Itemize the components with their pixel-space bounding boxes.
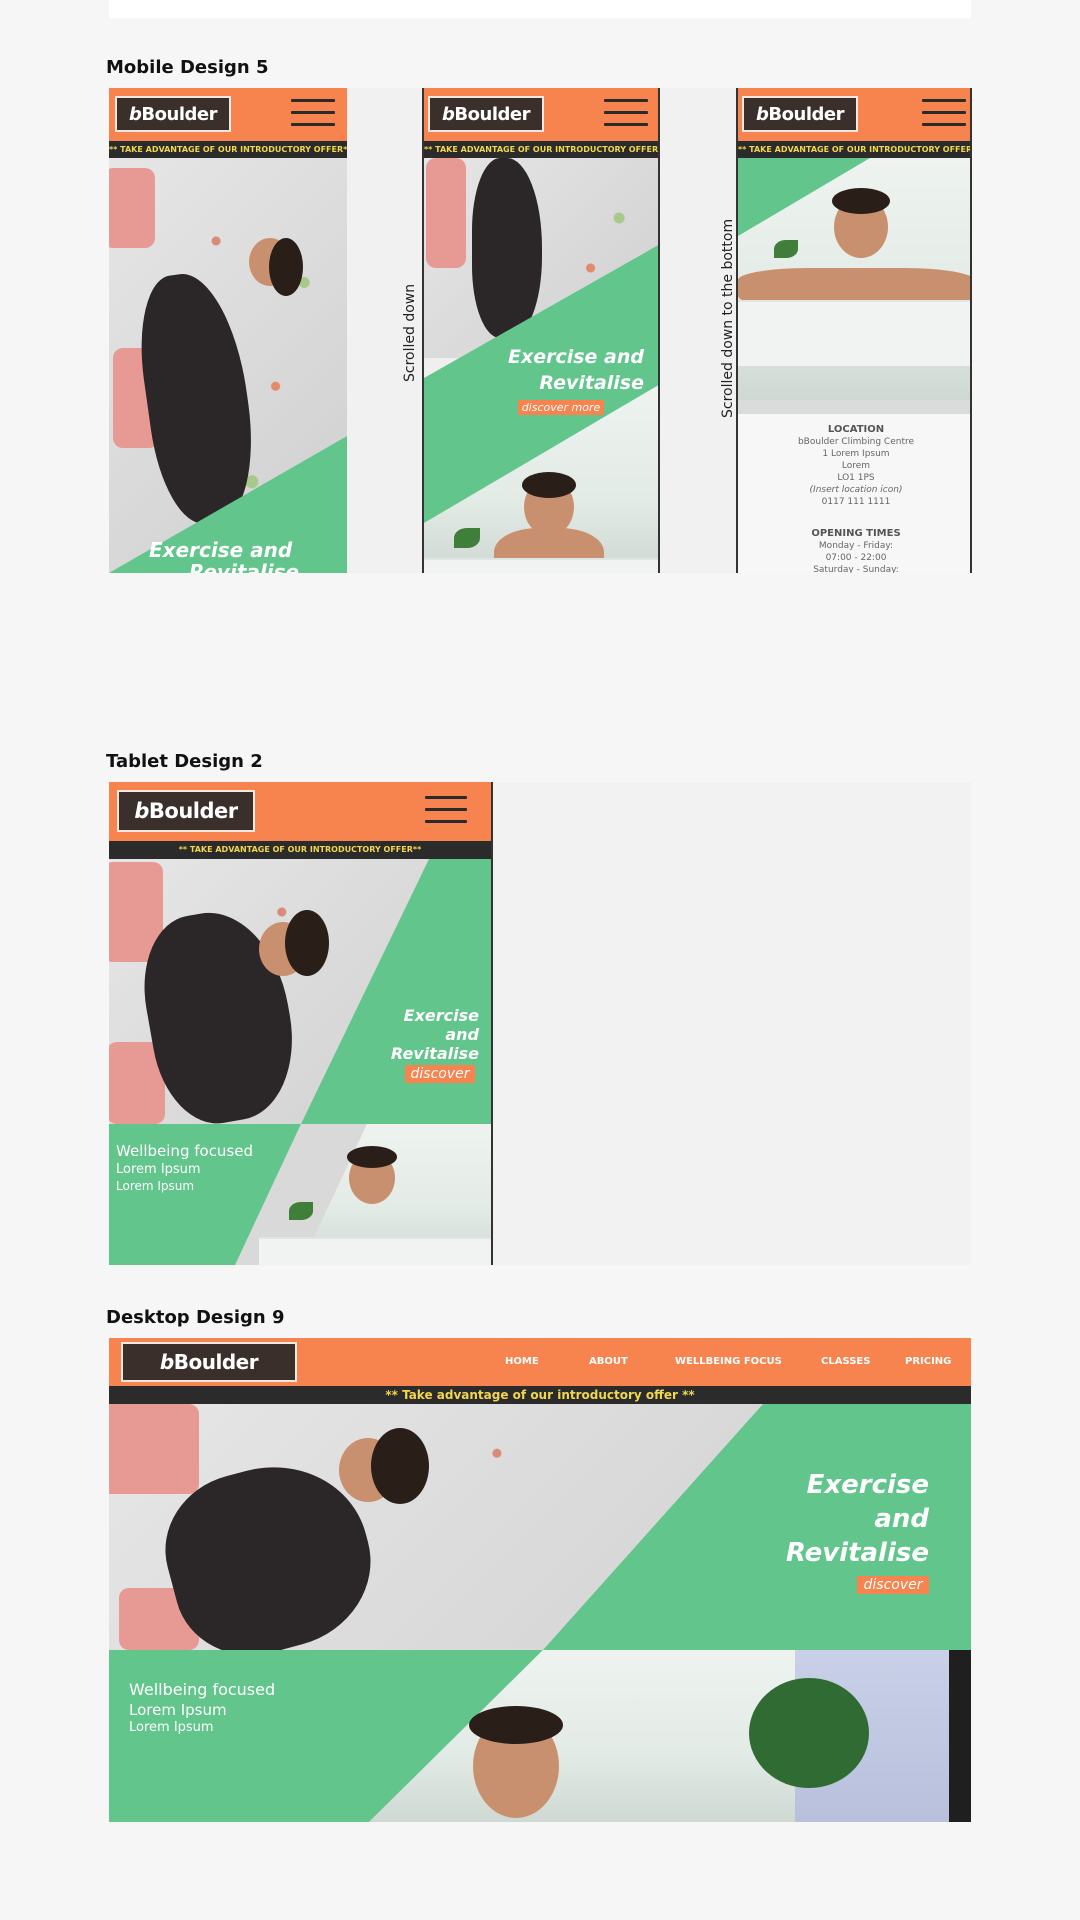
discover-button[interactable]: discover — [857, 1576, 929, 1594]
hero-line-3: Revitalise — [390, 1044, 479, 1063]
desktop-frame: b Boulder HOME ABOUT WELLBEING FOCUS CLAS… — [109, 1338, 971, 1822]
location-line: LO1 1PS — [837, 473, 875, 483]
plant — [749, 1678, 869, 1788]
opening-line: Saturday - Sunday: — [813, 565, 899, 573]
bathtub — [424, 558, 658, 573]
mobile-frame-1: b Boulder ** TAKE ADVANTAGE OF OUR INTROD… — [109, 88, 347, 573]
location-line: bBoulder Climbing Centre — [797, 437, 915, 447]
photo-bottom — [738, 400, 970, 414]
hero-line-1: Exercise — [806, 1470, 929, 1500]
tablet-section-title: Tablet Design 2 — [106, 751, 263, 772]
location-line: 1 Lorem Ipsum — [822, 449, 890, 459]
wellbeing-title: Wellbeing focused — [116, 1142, 254, 1160]
hero-headline: Exercise and Revitalise — [279, 1006, 479, 1063]
man-hair — [347, 1146, 397, 1168]
scrolled-down-label: Scrolled down — [402, 283, 418, 382]
scrolled-bottom-label: Scrolled down to the bottom — [720, 218, 736, 418]
man-hair — [832, 188, 890, 214]
wellbeing-line-1: Lorem Ipsum — [129, 1701, 227, 1719]
tablet-empty-area — [492, 782, 971, 1265]
opening-line: 07:00 - 22:00 — [825, 553, 887, 563]
location-title: LOCATION — [827, 424, 885, 435]
bathtub — [259, 1237, 491, 1265]
hero-line-3: Revitalise — [785, 1538, 929, 1568]
top-strip — [109, 0, 971, 18]
green-diagonal — [109, 436, 347, 573]
man-hair — [522, 472, 576, 498]
hero-headline: Exercise and Revitalise — [709, 1468, 929, 1570]
opening-title: OPENING TIMES — [811, 528, 901, 539]
hero-headline: Exercise and — [149, 538, 293, 562]
hero-headline: Exercise and — [507, 346, 644, 368]
phone-number[interactable]: 0117 111 1111 — [738, 496, 970, 508]
hero-line-2: and — [445, 1025, 479, 1044]
hero-line-2: and — [874, 1504, 929, 1534]
discover-more-button[interactable]: discover more — [518, 400, 604, 415]
opening-line: Monday - Friday: — [818, 541, 894, 551]
hero-headline-2: Revitalise — [539, 372, 644, 394]
location-icon-placeholder: (Insert location icon) — [809, 485, 903, 495]
wellbeing-line-2: Lorem Ipsum — [129, 1720, 214, 1735]
plant — [289, 1202, 313, 1220]
opening-block: OPENING TIMES Monday - Friday: 07:00 - 2… — [738, 528, 970, 573]
wellbeing-title: Wellbeing focused — [129, 1680, 276, 1699]
tablet-frame: b Boulder ** TAKE ADVANTAGE OF OUR INTROD… — [109, 782, 493, 1265]
bathtub — [738, 300, 970, 366]
mobile-frame-2: b Boulder ** TAKE ADVANTAGE OF OUR INTROD… — [422, 88, 660, 573]
wellbeing-line-1: Lorem Ipsum — [116, 1162, 201, 1177]
mobile-section-title: Mobile Design 5 — [106, 57, 269, 78]
hero-headline-cut: Revitalise — [189, 560, 300, 573]
desktop-section-title: Desktop Design 9 — [106, 1307, 285, 1328]
location-block: LOCATION bBoulder Climbing Centre 1 Lore… — [738, 424, 970, 508]
wellbeing-line-2: Lorem Ipsum — [116, 1179, 195, 1193]
mobile-frame-3: b Boulder ** TAKE ADVANTAGE OF OUR INTROD… — [736, 88, 972, 573]
discover-button[interactable]: discover — [405, 1065, 475, 1083]
plant — [454, 528, 480, 548]
location-line: Lorem — [841, 461, 871, 471]
window-frame — [949, 1650, 971, 1822]
plant — [774, 240, 798, 258]
hero-line-1: Exercise — [403, 1006, 479, 1025]
man-hair — [469, 1706, 563, 1744]
